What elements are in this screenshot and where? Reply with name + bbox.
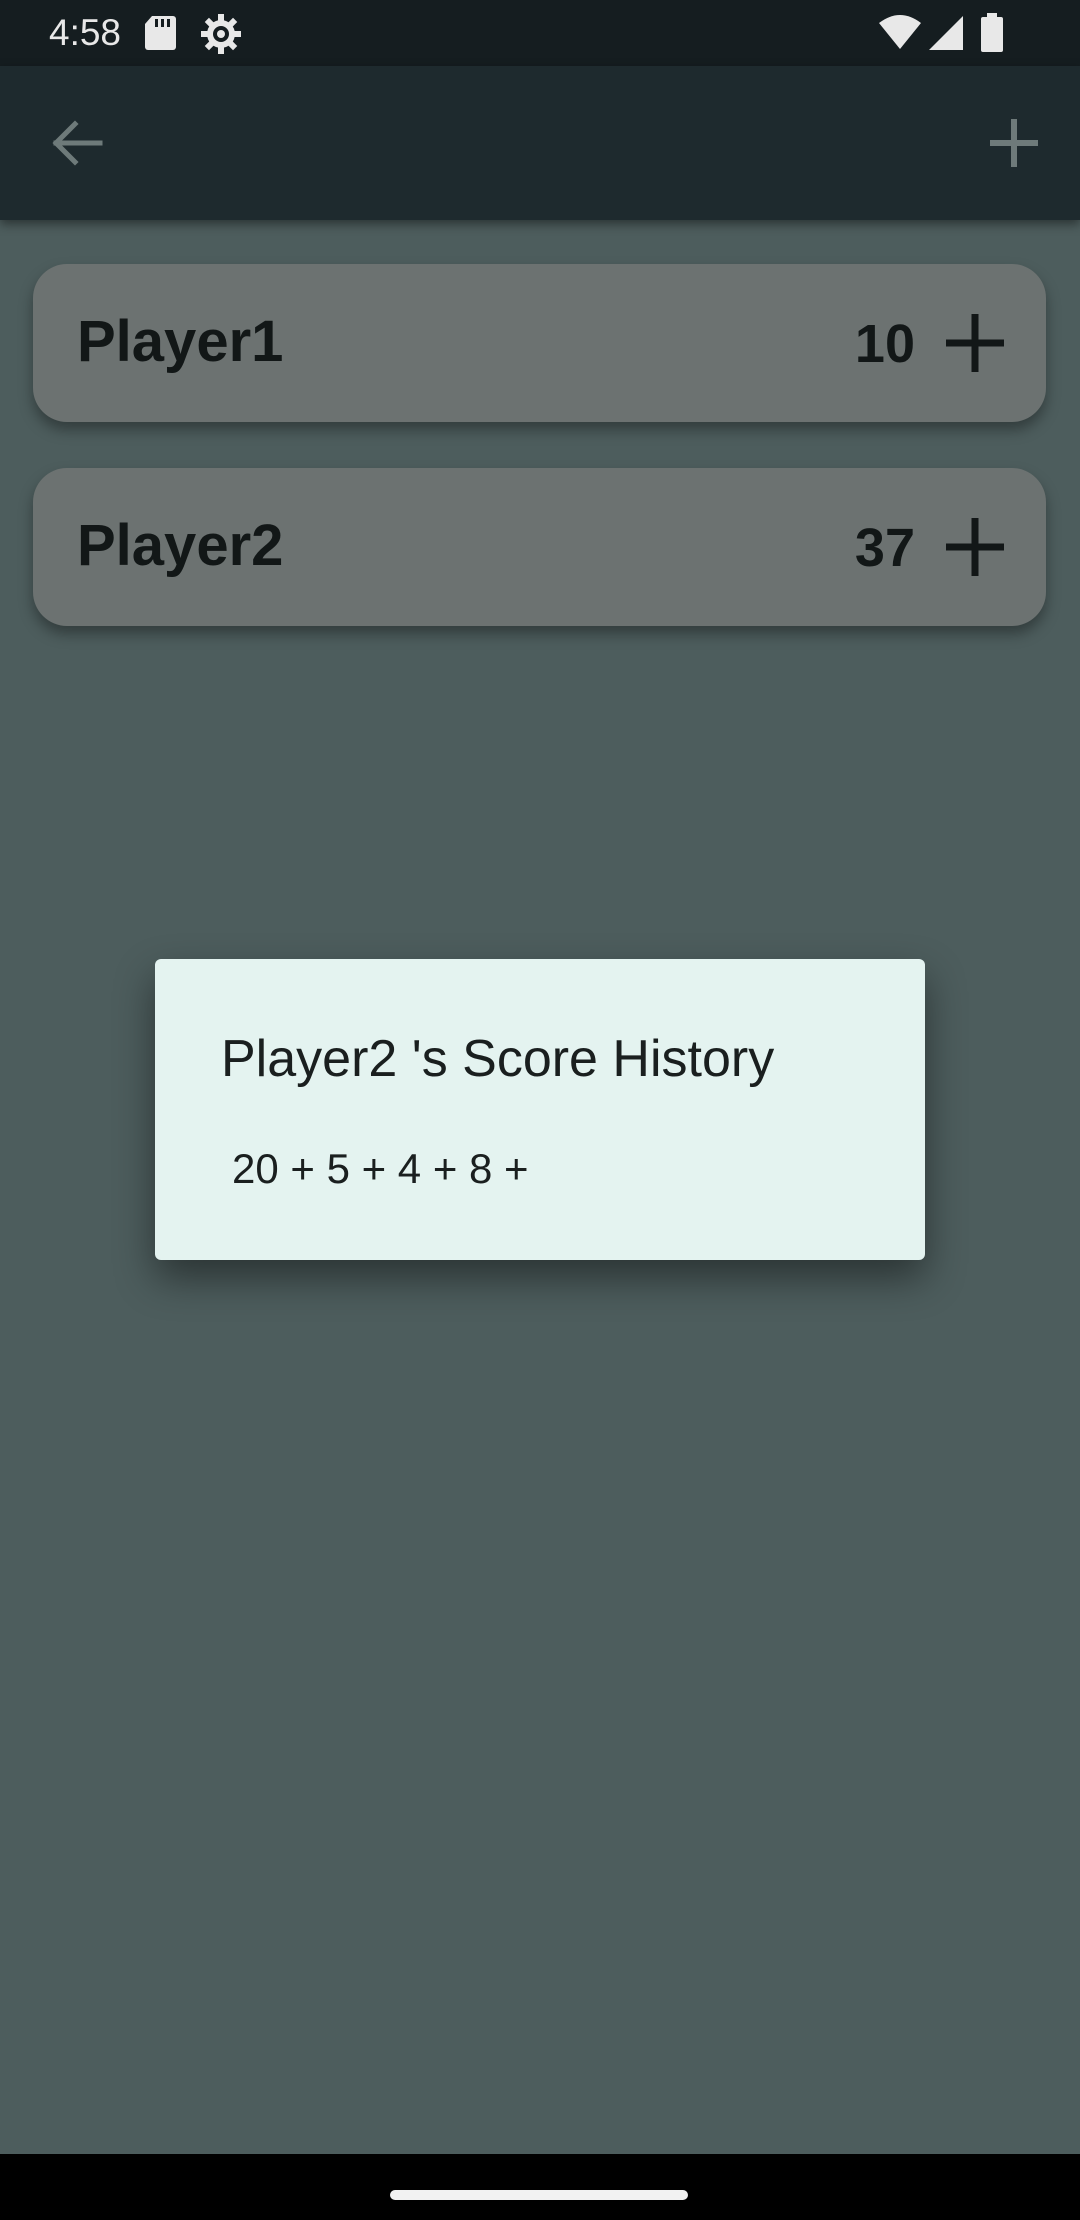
player-name: Player2 xyxy=(77,513,284,578)
battery-icon xyxy=(981,13,1003,52)
add-score-icon[interactable] xyxy=(936,508,1014,586)
player-score: 37 xyxy=(854,518,915,578)
dialog-title: Player2 's Score History xyxy=(221,1030,775,1088)
status-bar: 4:58 xyxy=(0,0,1080,66)
player-card[interactable]: Player1 10 xyxy=(33,264,1046,422)
navigation-bar xyxy=(0,2154,1080,2220)
back-arrow-icon[interactable] xyxy=(28,95,124,191)
wifi-icon xyxy=(879,15,921,49)
signal-icon xyxy=(929,16,963,50)
player-name: Player1 xyxy=(77,309,284,374)
sd-card-icon xyxy=(145,16,176,50)
home-gesture-handle[interactable] xyxy=(390,2190,688,2200)
status-time: 4:58 xyxy=(49,12,122,53)
score-history-dialog: Player2 's Score History 20 + 5 + 4 + 8 … xyxy=(155,959,925,1260)
app-bar xyxy=(0,66,1080,220)
player-score: 10 xyxy=(854,314,915,374)
settings-gear-icon xyxy=(201,14,241,54)
player-card[interactable]: Player2 37 xyxy=(33,468,1046,626)
add-score-icon[interactable] xyxy=(936,304,1014,382)
screen: 4:58 Player1 10 Player2 37 Player2 's Sc… xyxy=(0,0,1080,2220)
add-player-icon[interactable] xyxy=(966,95,1062,191)
score-history-text: 20 + 5 + 4 + 8 + xyxy=(232,1145,529,1192)
